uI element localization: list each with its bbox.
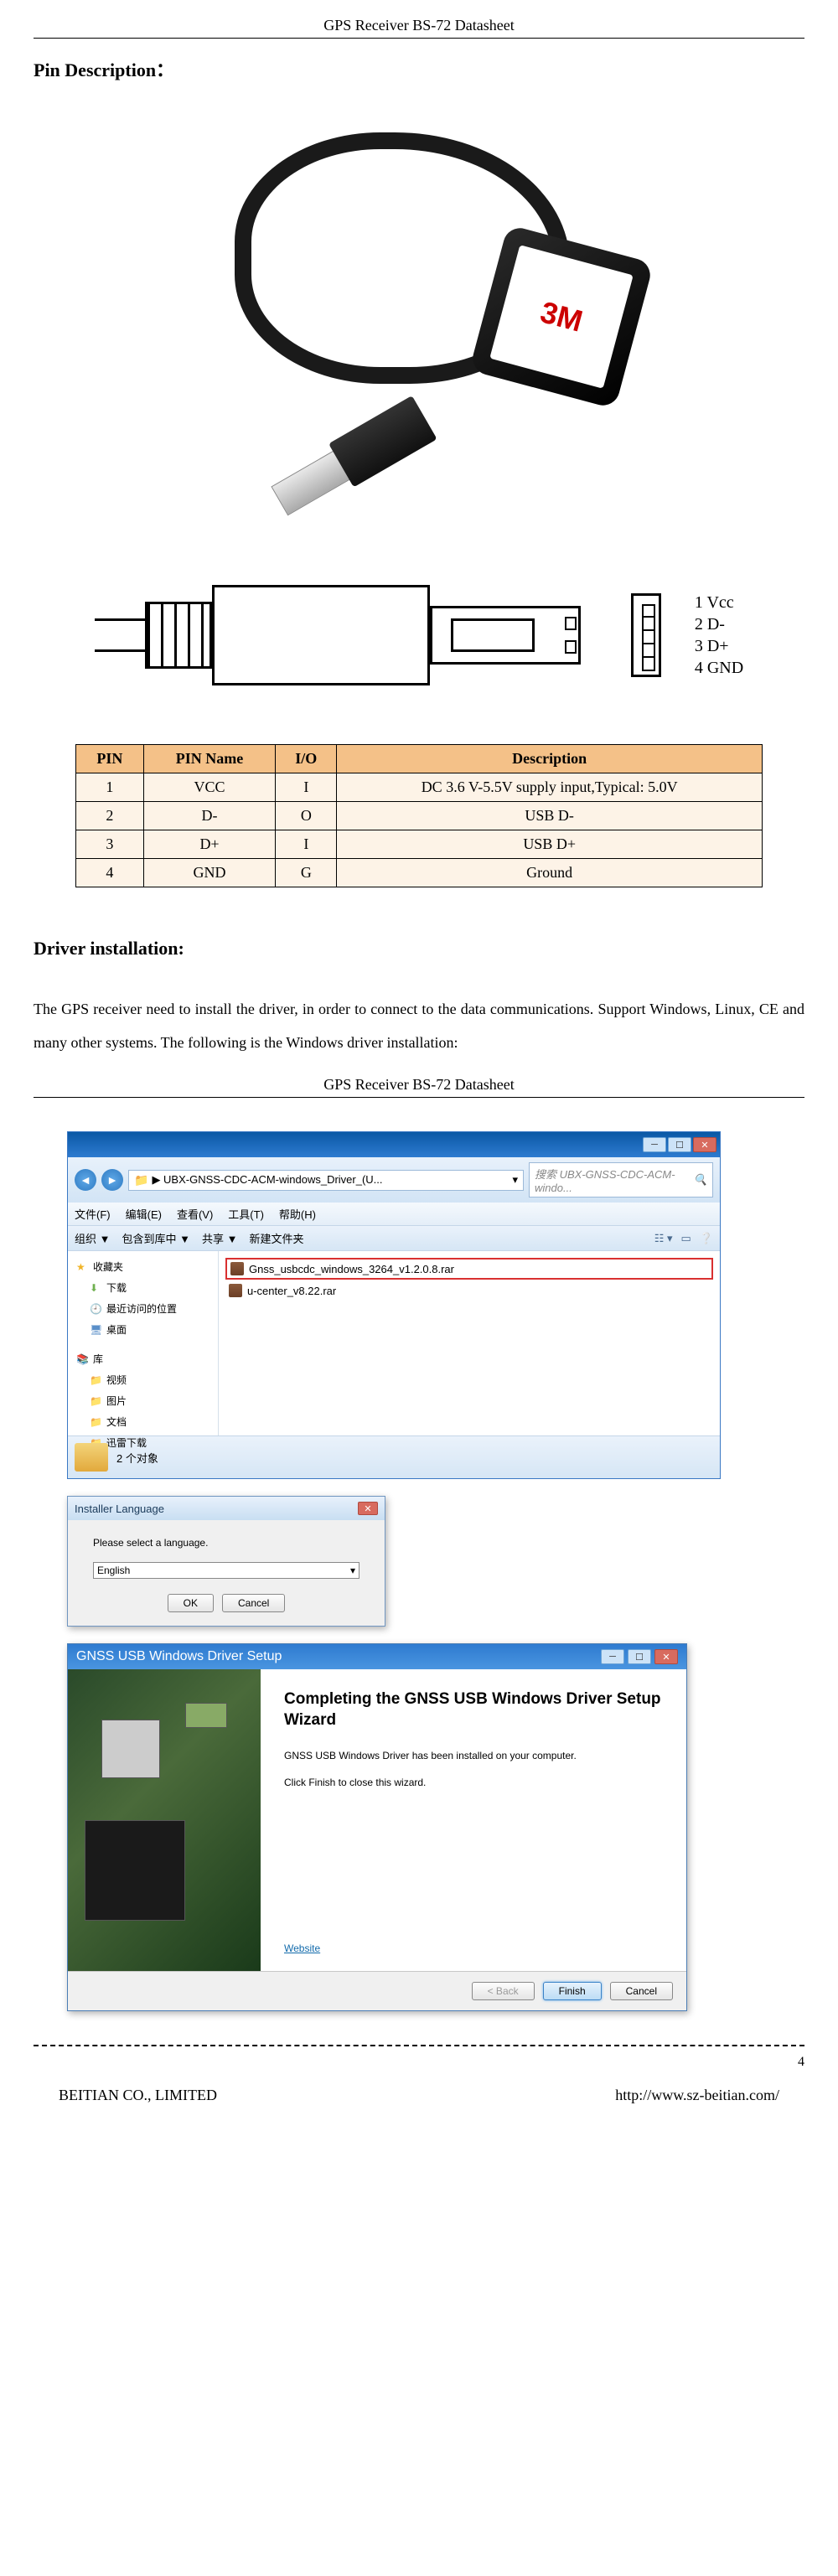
section-pin-description: Pin Description： [34, 55, 804, 82]
rar-icon [229, 1284, 242, 1297]
language-select[interactable]: English▾ [93, 1562, 360, 1579]
footer-url: http://www.sz-beitian.com/ [615, 2087, 779, 2104]
folder-icon: 📁 [134, 1173, 148, 1187]
nav-videos[interactable]: 📁视频 [71, 1369, 215, 1390]
minimize-button[interactable]: ─ [601, 1649, 624, 1664]
table-row: 2 D- O USB D- [76, 802, 763, 830]
footer-company: BEITIAN CO., LIMITED [59, 2087, 217, 2104]
ok-button[interactable]: OK [168, 1594, 214, 1612]
help-icon[interactable]: ❔ [700, 1232, 713, 1245]
address-bar: ◄ ► 📁 ▶ UBX-GNSS-CDC-ACM-windows_Driver_… [68, 1157, 720, 1203]
close-button[interactable]: ✕ [693, 1137, 716, 1152]
table-row: 1 VCC I DC 3.6 V-5.5V supply input,Typic… [76, 773, 763, 802]
nav-libraries[interactable]: 📚库 [71, 1348, 215, 1369]
view-icon[interactable]: ☷ ▾ [654, 1232, 673, 1245]
file-item-highlighted[interactable]: Gnss_usbcdc_windows_3264_v1.2.0.8.rar [225, 1258, 713, 1280]
pin-table: PIN PIN Name I/O Description 1 VCC I DC … [75, 744, 763, 887]
language-dialog: Installer Language ✕ Please select a lan… [67, 1496, 385, 1627]
menu-edit[interactable]: 编辑(E) [126, 1206, 162, 1222]
include-button[interactable]: 包含到库中 ▼ [122, 1230, 189, 1246]
nav-downloads[interactable]: ⬇下载 [71, 1277, 215, 1298]
menu-view[interactable]: 查看(V) [177, 1206, 213, 1222]
organize-button[interactable]: 组织 ▼ [75, 1230, 110, 1246]
wizard-titlebar: GNSS USB Windows Driver Setup ─ ☐ ✕ [68, 1644, 686, 1669]
table-row: 3 D+ I USB D+ [76, 830, 763, 859]
footer: BEITIAN CO., LIMITED http://www.sz-beiti… [34, 2087, 804, 2121]
menu-file[interactable]: 文件(F) [75, 1206, 111, 1222]
address-field[interactable]: 📁 ▶ UBX-GNSS-CDC-ACM-windows_Driver_(U..… [128, 1170, 524, 1191]
page-number: 4 [34, 2055, 804, 2070]
setup-wizard: GNSS USB Windows Driver Setup ─ ☐ ✕ Comp… [67, 1643, 687, 2011]
explorer-window: ─ ☐ ✕ ◄ ► 📁 ▶ UBX-GNSS-CDC-ACM-windows_D… [67, 1131, 721, 1479]
nav-favorites[interactable]: ★收藏夹 [71, 1256, 215, 1277]
sticker-3m: 3M [489, 245, 633, 388]
rar-icon [230, 1262, 244, 1275]
wizard-text-2: Click Finish to close this wizard. [284, 1775, 663, 1790]
prompt-text: Please select a language. [93, 1537, 360, 1549]
share-button[interactable]: 共享 ▼ [202, 1230, 237, 1246]
newfolder-button[interactable]: 新建文件夹 [249, 1230, 303, 1246]
divider [34, 2045, 804, 2046]
dialog-title: Installer Language ✕ [68, 1497, 385, 1520]
menu-bar: 文件(F) 编辑(E) 查看(V) 工具(T) 帮助(H) [68, 1203, 720, 1226]
maximize-button[interactable]: ☐ [628, 1649, 651, 1664]
finish-button[interactable]: Finish [543, 1982, 602, 2000]
product-image: 3M [168, 107, 670, 526]
file-item[interactable]: u-center_v8.22.rar [225, 1281, 713, 1300]
folder-icon [75, 1443, 108, 1472]
preview-icon[interactable]: ▭ [681, 1232, 691, 1245]
minimize-button[interactable]: ─ [643, 1137, 666, 1152]
wizard-text-1: GNSS USB Windows Driver has been install… [284, 1748, 663, 1763]
wizard-side-image [68, 1669, 261, 1971]
menu-tools[interactable]: 工具(T) [228, 1206, 264, 1222]
cancel-button[interactable]: Cancel [222, 1594, 285, 1612]
cancel-button[interactable]: Cancel [610, 1982, 673, 2000]
nav-pane: ★收藏夹 ⬇下载 🕘最近访问的位置 🖥桌面 📚库 📁视频 📁图片 📁文档 📁迅雷… [68, 1251, 219, 1435]
th-desc: Description [337, 745, 763, 773]
page-header-2: GPS Receiver BS-72 Datasheet [34, 1076, 804, 1098]
nav-pictures[interactable]: 📁图片 [71, 1390, 215, 1411]
back-button: < Back [472, 1982, 535, 2000]
close-button[interactable]: ✕ [358, 1502, 378, 1515]
nav-documents[interactable]: 📁文档 [71, 1411, 215, 1432]
section-driver-install: Driver installation: [34, 938, 804, 960]
menu-help[interactable]: 帮助(H) [279, 1206, 316, 1222]
search-field[interactable]: 搜索 UBX-GNSS-CDC-ACM-windo... 🔍 [529, 1162, 713, 1197]
th-io: I/O [276, 745, 337, 773]
toolbar: 组织 ▼ 包含到库中 ▼ 共享 ▼ 新建文件夹 ☷ ▾ ▭ ❔ [68, 1226, 720, 1251]
back-button[interactable]: ◄ [75, 1169, 96, 1191]
maximize-button[interactable]: ☐ [668, 1137, 691, 1152]
forward-button[interactable]: ► [101, 1169, 123, 1191]
nav-desktop[interactable]: 🖥桌面 [71, 1319, 215, 1340]
table-row: 4 GND G Ground [76, 859, 763, 887]
close-button[interactable]: ✕ [654, 1649, 678, 1664]
usb-pinout-diagram: 1 Vcc 2 D- 3 D+ 4 GND [34, 577, 804, 694]
pin-legend: 1 Vcc 2 D- 3 D+ 4 GND [695, 592, 743, 679]
wizard-heading: Completing the GNSS USB Windows Driver S… [284, 1689, 663, 1730]
nav-recent[interactable]: 🕘最近访问的位置 [71, 1298, 215, 1319]
search-icon: 🔍 [694, 1173, 707, 1187]
website-link[interactable]: Website [284, 1942, 320, 1954]
file-list: Gnss_usbcdc_windows_3264_v1.2.0.8.rar u-… [219, 1251, 720, 1435]
path-text: ▶ UBX-GNSS-CDC-ACM-windows_Driver_(U... [152, 1173, 382, 1187]
th-pin: PIN [76, 745, 144, 773]
th-name: PIN Name [143, 745, 276, 773]
titlebar: ─ ☐ ✕ [68, 1132, 720, 1157]
page-header: GPS Receiver BS-72 Datasheet [34, 17, 804, 39]
driver-text: The GPS receiver need to install the dri… [34, 993, 804, 1059]
